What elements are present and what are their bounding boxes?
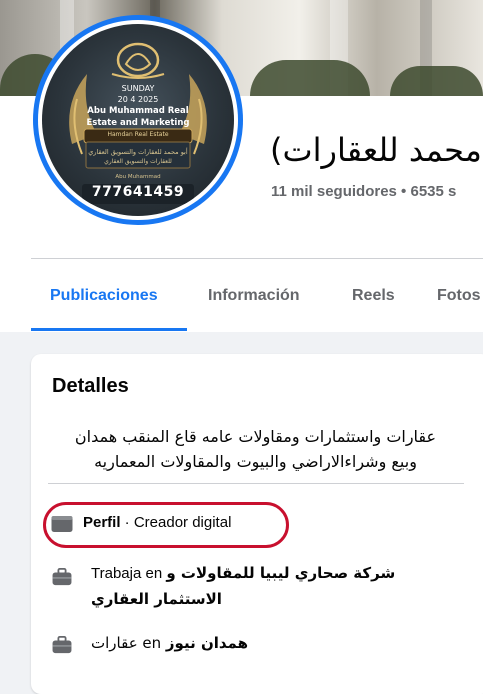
work-company-part1[interactable]: شركة صحاري ليبيا للمقاولات و xyxy=(166,564,395,582)
bio-text: عقارات واستثمارات ومقاولات عامه قاع المن… xyxy=(45,424,466,474)
work-prefix: Trabaja en xyxy=(91,565,167,582)
avatar-arabic-line1: أبو محمد للعقارات والتسويق العقاري xyxy=(88,148,188,156)
work-row-1: Trabaja en شركة صحاري ليبيا للمقاولات و xyxy=(91,564,395,582)
tab-fotos[interactable]: Fotos xyxy=(437,287,481,305)
work-company-part2[interactable]: الاستثمار العقاري xyxy=(91,590,222,608)
profile-category-row: Perfil · Creador digital xyxy=(83,514,231,531)
avatar-subtitle: Hamdan Real Estate xyxy=(107,131,169,138)
avatar-date-text: 20 4 2025 xyxy=(117,95,159,104)
avatar-company-line1: Abu Muhammad Real xyxy=(87,106,189,116)
avatar-owner-name: Abu Muhammad xyxy=(115,174,161,180)
bio-line-1: عقارات واستثمارات ومقاولات عامه قاع المن… xyxy=(74,427,437,446)
tab-publicaciones[interactable]: Publicaciones xyxy=(50,287,158,305)
tab-reels[interactable]: Reels xyxy=(352,287,395,305)
details-divider xyxy=(48,483,464,484)
avatar-company-line2: Estate and Marketing xyxy=(86,118,190,128)
details-card: Detalles عقارات واستثمارات ومقاولات عامه… xyxy=(31,354,483,694)
work2-prefix: عقارات en xyxy=(91,634,166,652)
avatar-image: SUNDAY 20 4 2025 Abu Muhammad Real Estat… xyxy=(42,24,234,216)
profile-label: Perfil xyxy=(83,514,121,531)
active-tab-indicator xyxy=(31,328,187,331)
profile-avatar[interactable]: SUNDAY 20 4 2025 Abu Muhammad Real Estat… xyxy=(33,15,243,225)
avatar-arabic-line2: للعقارات والتسويق العقاري xyxy=(104,158,172,165)
avatar-day-text: SUNDAY xyxy=(121,84,155,93)
header-divider xyxy=(31,258,483,259)
briefcase-icon xyxy=(52,568,72,586)
work2-company[interactable]: همدان نيوز xyxy=(166,634,248,652)
details-title: Detalles xyxy=(52,375,129,397)
page-title: محمد للعقارات) xyxy=(270,131,482,169)
briefcase-icon xyxy=(52,636,72,654)
profile-category: · Creador digital xyxy=(120,514,232,531)
avatar-phone-number: 777641459 xyxy=(91,184,185,200)
follower-stats[interactable]: 11 mil seguidores • 6535 s xyxy=(271,183,456,200)
work-row-2: عقارات en همدان نيوز xyxy=(91,634,248,652)
bio-line-2: وبيع وشراءالاراضي والبيوت والمقاولات الم… xyxy=(94,452,417,471)
profile-card-icon xyxy=(51,516,73,532)
tab-informacion[interactable]: Información xyxy=(208,287,300,305)
